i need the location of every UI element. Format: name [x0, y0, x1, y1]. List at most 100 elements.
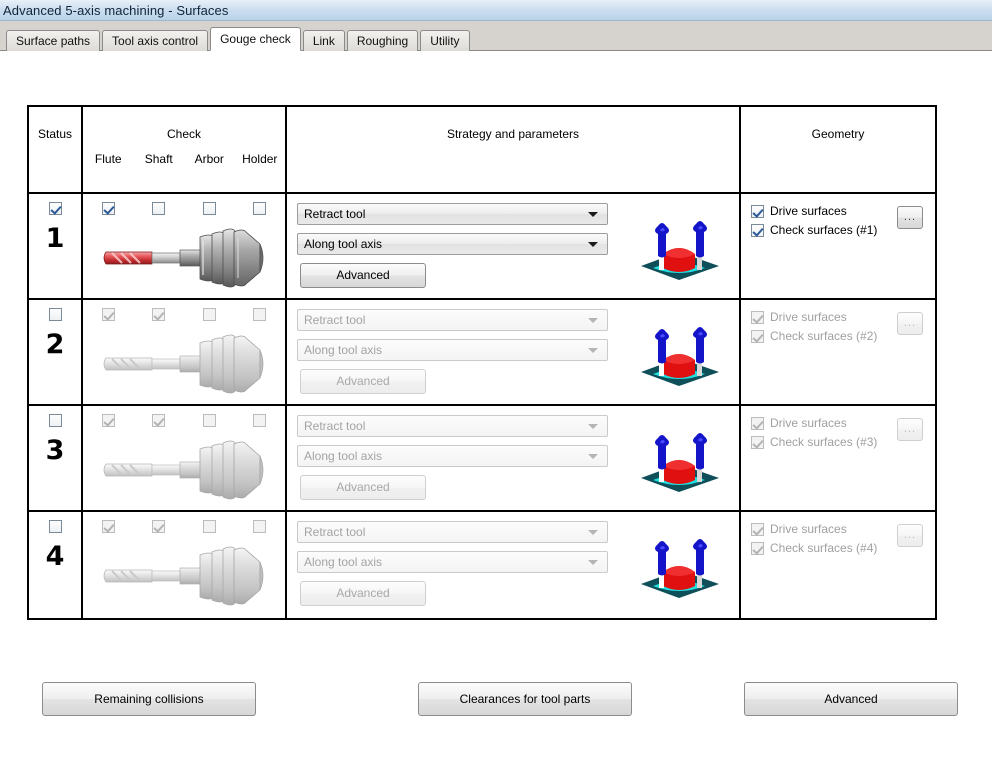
chevron-down-icon: [588, 212, 598, 217]
tab-gouge-check[interactable]: Gouge check: [210, 27, 301, 51]
row-2-holder-checkbox[interactable]: [253, 308, 267, 321]
header-status-label: Status: [37, 127, 73, 141]
footer-button-bar: Remaining collisions Clearances for tool…: [0, 682, 992, 722]
row-2-strategy-dropdown[interactable]: Retract tool: [297, 309, 608, 331]
row-2-flute-checkbox[interactable]: [101, 308, 115, 321]
row-3-geometry-cell: Drive surfaces Check surfaces (#3) ...: [741, 406, 935, 510]
row-1-drive-surfaces-checkbox[interactable]: [751, 204, 764, 218]
row-4-check-surfaces-label: Check surfaces (#4): [770, 541, 878, 555]
row-2-check-surfaces-checkbox[interactable]: [751, 329, 764, 343]
row-3-check-surfaces-checkbox[interactable]: [751, 435, 764, 449]
row-4-geometry-cell: Drive surfaces Check surfaces (#4) ...: [741, 512, 935, 618]
header-holder-label: Holder: [242, 152, 278, 166]
row-4-holder-checkbox[interactable]: [253, 520, 267, 533]
row-1-check-surfaces-checkbox[interactable]: [751, 223, 764, 237]
row-3-advanced-button[interactable]: Advanced: [300, 475, 426, 500]
advanced-button[interactable]: Advanced: [744, 682, 958, 716]
row-1-check-surfaces-label: Check surfaces (#1): [770, 223, 878, 237]
row-1-arbor-checkbox[interactable]: [202, 202, 216, 215]
header-check-label: Check: [166, 127, 201, 141]
row-1-tool-image: [83, 222, 285, 294]
header-strategy-label: Strategy and parameters: [446, 127, 580, 141]
row-1-holder-checkbox[interactable]: [253, 202, 267, 215]
row-1-advanced-button[interactable]: Advanced: [300, 263, 426, 288]
row-2-advanced-button[interactable]: Advanced: [300, 369, 426, 394]
row-3-status-checkbox[interactable]: [48, 414, 62, 427]
row-3-arbor-checkbox[interactable]: [202, 414, 216, 427]
tab-strip: Surface paths Tool axis control Gouge ch…: [0, 21, 992, 51]
row-3-browse-button[interactable]: ...: [897, 418, 923, 441]
row-4-direction-value: Along tool axis: [304, 555, 383, 569]
row-1-flute-checkbox[interactable]: [101, 202, 115, 215]
row-4-strategy-cell: Retract tool Along tool axis Advanced: [287, 512, 741, 618]
tab-utility[interactable]: Utility: [420, 30, 470, 51]
row-4-strategy-value: Retract tool: [304, 525, 366, 539]
header-cell-check: Check Flute Shaft Arbor Holder: [83, 107, 287, 192]
row-3-strategy-dropdown[interactable]: Retract tool: [297, 415, 608, 437]
row-4-arbor-checkbox[interactable]: [202, 520, 216, 533]
row-4-check-surfaces-checkbox[interactable]: [751, 541, 764, 555]
chevron-down-icon: [588, 242, 598, 247]
row-4-check-cell: [83, 512, 287, 618]
row-4-direction-dropdown[interactable]: Along tool axis: [297, 551, 608, 573]
row-1-geometry-thumbnail: [629, 218, 729, 287]
tab-link[interactable]: Link: [302, 30, 345, 51]
row-4-drive-surfaces-label: Drive surfaces: [770, 522, 847, 536]
row-4-shaft-checkbox[interactable]: [152, 520, 166, 533]
row-2-geometry-cell: Drive surfaces Check surfaces (#2) ...: [741, 300, 935, 404]
row-3-holder-checkbox[interactable]: [253, 414, 267, 427]
row-2-browse-button[interactable]: ...: [897, 312, 923, 335]
row-1-strategy-cell: Retract tool Along tool axis Advanced: [287, 194, 741, 298]
row-3-drive-surfaces-label: Drive surfaces: [770, 416, 847, 430]
row-2-status-cell: 2: [29, 300, 83, 404]
row-1-shaft-checkbox[interactable]: [152, 202, 166, 215]
table-row: 2 Retract tool Along tool axis Advanced …: [29, 300, 935, 406]
row-3-direction-dropdown[interactable]: Along tool axis: [297, 445, 608, 467]
row-3-geometry-thumbnail: [629, 430, 729, 499]
row-4-status-cell: 4: [29, 512, 83, 618]
row-1-number: 1: [45, 223, 65, 254]
row-3-shaft-checkbox[interactable]: [152, 414, 166, 427]
header-flute-label: Flute: [94, 152, 122, 166]
row-1-strategy-dropdown[interactable]: Retract tool: [297, 203, 608, 225]
row-1-direction-dropdown[interactable]: Along tool axis: [297, 233, 608, 255]
row-1-check-cell: [83, 194, 287, 298]
row-4-advanced-button[interactable]: Advanced: [300, 581, 426, 606]
row-2-drive-surfaces-checkbox[interactable]: [751, 310, 764, 324]
clearances-for-tool-parts-button[interactable]: Clearances for tool parts: [418, 682, 632, 716]
row-4-flute-checkbox[interactable]: [101, 520, 115, 533]
header-cell-geometry: Geometry: [741, 107, 935, 192]
row-4-browse-button[interactable]: ...: [897, 524, 923, 547]
tab-roughing[interactable]: Roughing: [346, 30, 419, 51]
row-2-direction-dropdown[interactable]: Along tool axis: [297, 339, 608, 361]
row-2-direction-value: Along tool axis: [304, 343, 383, 357]
chevron-down-icon: [588, 348, 598, 353]
table-row: 3 Retract tool Along tool axis Advanced …: [29, 406, 935, 512]
row-2-strategy-cell: Retract tool Along tool axis Advanced: [287, 300, 741, 404]
remaining-collisions-button[interactable]: Remaining collisions: [42, 682, 256, 716]
row-4-tool-image: [83, 540, 285, 612]
chevron-down-icon: [588, 424, 598, 429]
row-2-tool-image: [83, 328, 285, 400]
row-2-status-checkbox[interactable]: [48, 308, 62, 321]
row-4-drive-surfaces-checkbox[interactable]: [751, 522, 764, 536]
row-2-arbor-checkbox[interactable]: [202, 308, 216, 321]
row-4-status-checkbox[interactable]: [48, 520, 62, 533]
row-3-drive-surfaces-checkbox[interactable]: [751, 416, 764, 430]
tab-surface-paths[interactable]: Surface paths: [6, 30, 101, 51]
row-3-strategy-value: Retract tool: [304, 419, 366, 433]
row-2-shaft-checkbox[interactable]: [152, 308, 166, 321]
row-2-number: 2: [45, 329, 65, 360]
gouge-check-panel: Status Check Flute Shaft Arbor Holder St…: [0, 51, 992, 771]
chevron-down-icon: [588, 454, 598, 459]
tab-tool-axis-control[interactable]: Tool axis control: [102, 30, 209, 51]
row-4-strategy-dropdown[interactable]: Retract tool: [297, 521, 608, 543]
row-1-status-checkbox[interactable]: [48, 202, 62, 215]
row-1-browse-button[interactable]: ...: [897, 206, 923, 229]
table-row: 1 Retract tool Along tool axis Advanced …: [29, 194, 935, 300]
chevron-down-icon: [588, 530, 598, 535]
row-3-tool-image: [83, 434, 285, 506]
window-titlebar: Advanced 5-axis machining - Surfaces: [0, 0, 992, 21]
row-3-flute-checkbox[interactable]: [101, 414, 115, 427]
row-3-check-surfaces-label: Check surfaces (#3): [770, 435, 878, 449]
